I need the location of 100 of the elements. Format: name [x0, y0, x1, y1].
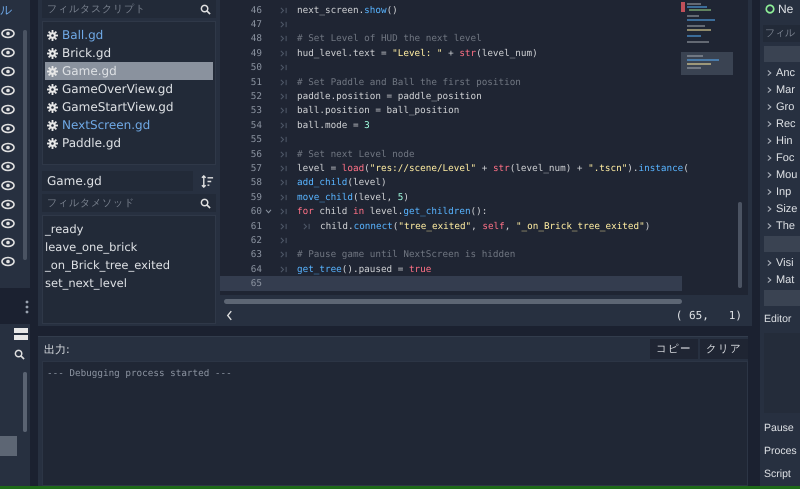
tab-marker-icon: [280, 122, 287, 129]
code-token: (: [392, 220, 398, 232]
method-item[interactable]: _on_Brick_tree_exited: [45, 256, 213, 274]
list-icon[interactable]: [14, 328, 28, 340]
eye-icon[interactable]: [1, 104, 15, 115]
sort-icon[interactable]: [201, 174, 214, 188]
property-group[interactable]: The: [764, 217, 800, 234]
code-token: str: [492, 162, 510, 174]
eye-icon[interactable]: [1, 47, 15, 58]
scrollbar-thumb[interactable]: [738, 202, 742, 288]
scrollbar[interactable]: [23, 372, 27, 432]
property-group[interactable]: Rec: [764, 115, 800, 132]
property-group[interactable]: Anc: [764, 64, 800, 81]
chevron-right-icon: [767, 188, 772, 196]
chevron-right-icon: [767, 204, 772, 212]
method-item[interactable]: set_next_level: [45, 274, 213, 292]
chevron-right-icon: [767, 222, 772, 230]
code-token: "tree_exited": [398, 220, 472, 232]
line-number: 54: [250, 120, 262, 131]
gear-icon: [47, 120, 58, 130]
code-token: show: [364, 4, 387, 16]
chevron-right-icon: [767, 258, 772, 266]
eye-icon[interactable]: [1, 85, 15, 96]
property-filter-field[interactable]: フィル: [763, 24, 800, 42]
property-group[interactable]: Inp: [764, 183, 800, 200]
property-group[interactable]: Foc: [764, 149, 800, 166]
property-group[interactable]: Mou: [764, 166, 800, 183]
property-group[interactable]: Hin: [764, 132, 800, 149]
log-line: --- Debugging process started ---: [47, 368, 232, 379]
code-token: (level): [347, 177, 387, 188]
tab-marker-icon: [280, 222, 287, 230]
script-item[interactable]: Paddle.gd: [45, 134, 213, 152]
more-icon[interactable]: [25, 300, 29, 314]
code-token: (): [386, 4, 398, 16]
code-token: true: [408, 264, 432, 275]
eye-icon[interactable]: [1, 142, 15, 153]
method-item[interactable]: _ready: [45, 220, 213, 238]
eye-icon[interactable]: [1, 256, 15, 267]
script-item[interactable]: GameOverView.gd: [45, 80, 213, 98]
output-button[interactable]: クリア: [700, 339, 748, 359]
property-group[interactable]: Mar: [764, 81, 800, 98]
property-group[interactable]: Gro: [764, 98, 800, 115]
gear-icon: [47, 30, 58, 40]
code-token: (level_num) +: [510, 162, 584, 174]
code-token: ():: [470, 206, 488, 218]
code-token: child: [318, 206, 348, 218]
eye-icon[interactable]: [1, 66, 15, 77]
script-item[interactable]: Brick.gd: [45, 44, 213, 62]
line-number: 56: [250, 148, 262, 160]
script-item[interactable]: NextScreen.gd: [45, 116, 213, 134]
line-number: 65: [250, 278, 262, 290]
code-token: child.: [320, 220, 354, 232]
eye-icon[interactable]: [1, 123, 15, 134]
tab-marker-icon: [280, 208, 287, 216]
code-token: get_children: [403, 206, 471, 218]
tab-marker-icon: [280, 21, 287, 28]
code-token: (level_num): [476, 48, 538, 59]
output-button[interactable]: コピー: [650, 339, 698, 359]
script-item[interactable]: GameStartView.gd: [45, 98, 213, 116]
script-filter-field[interactable]: フィルタスクリプト: [42, 0, 216, 18]
property-group[interactable]: Visi: [764, 254, 800, 271]
property-group[interactable]: Size: [764, 200, 800, 217]
search-icon[interactable]: [14, 349, 25, 360]
scrollbar[interactable]: [23, 30, 27, 260]
tab-marker-icon: [280, 194, 287, 201]
property-group[interactable]: Mat: [764, 271, 800, 288]
tab-marker-icon: [280, 164, 287, 172]
eye-icon[interactable]: [1, 28, 15, 39]
script-item[interactable]: Ball.gd: [45, 26, 213, 44]
method-filter-field[interactable]: フィルタメソッド: [42, 194, 216, 212]
chevron-left-icon[interactable]: [226, 310, 233, 320]
code-token: for: [297, 206, 314, 218]
code-token: # Set Paddle and Ball the first position: [297, 76, 521, 88]
tab-marker-icon: [280, 93, 287, 100]
tab-marker-icon: [280, 179, 287, 186]
node-tab[interactable]: Ne: [760, 0, 800, 19]
chevron-right-icon: [767, 102, 772, 110]
line-number: 49: [250, 48, 262, 59]
scrollbar-thumb[interactable]: [224, 299, 682, 304]
line-number: 53: [250, 105, 262, 116]
code-token: in: [352, 206, 364, 218]
gear-icon: [47, 48, 58, 58]
code-token: 5: [398, 192, 404, 203]
code-token: add_child: [297, 177, 348, 188]
code-token: # Set next Level node: [297, 148, 415, 160]
method-item[interactable]: leave_one_brick: [45, 238, 213, 256]
cursor-position: ( 65, 1): [676, 308, 742, 322]
eye-icon[interactable]: [1, 237, 15, 248]
eye-icon[interactable]: [1, 218, 15, 229]
eye-icon[interactable]: [1, 161, 15, 172]
current-script-field[interactable]: Game.gd: [42, 171, 193, 191]
code-token: instance: [638, 162, 684, 174]
gear-icon: [47, 138, 58, 148]
eye-icon[interactable]: [1, 199, 15, 210]
code-token: "Level: ": [392, 48, 443, 59]
code-token: (: [364, 162, 370, 174]
output-title: 出力:: [44, 342, 70, 356]
eye-icon[interactable]: [1, 180, 15, 191]
code-token: ).: [627, 162, 638, 174]
circle-icon: [765, 4, 775, 14]
